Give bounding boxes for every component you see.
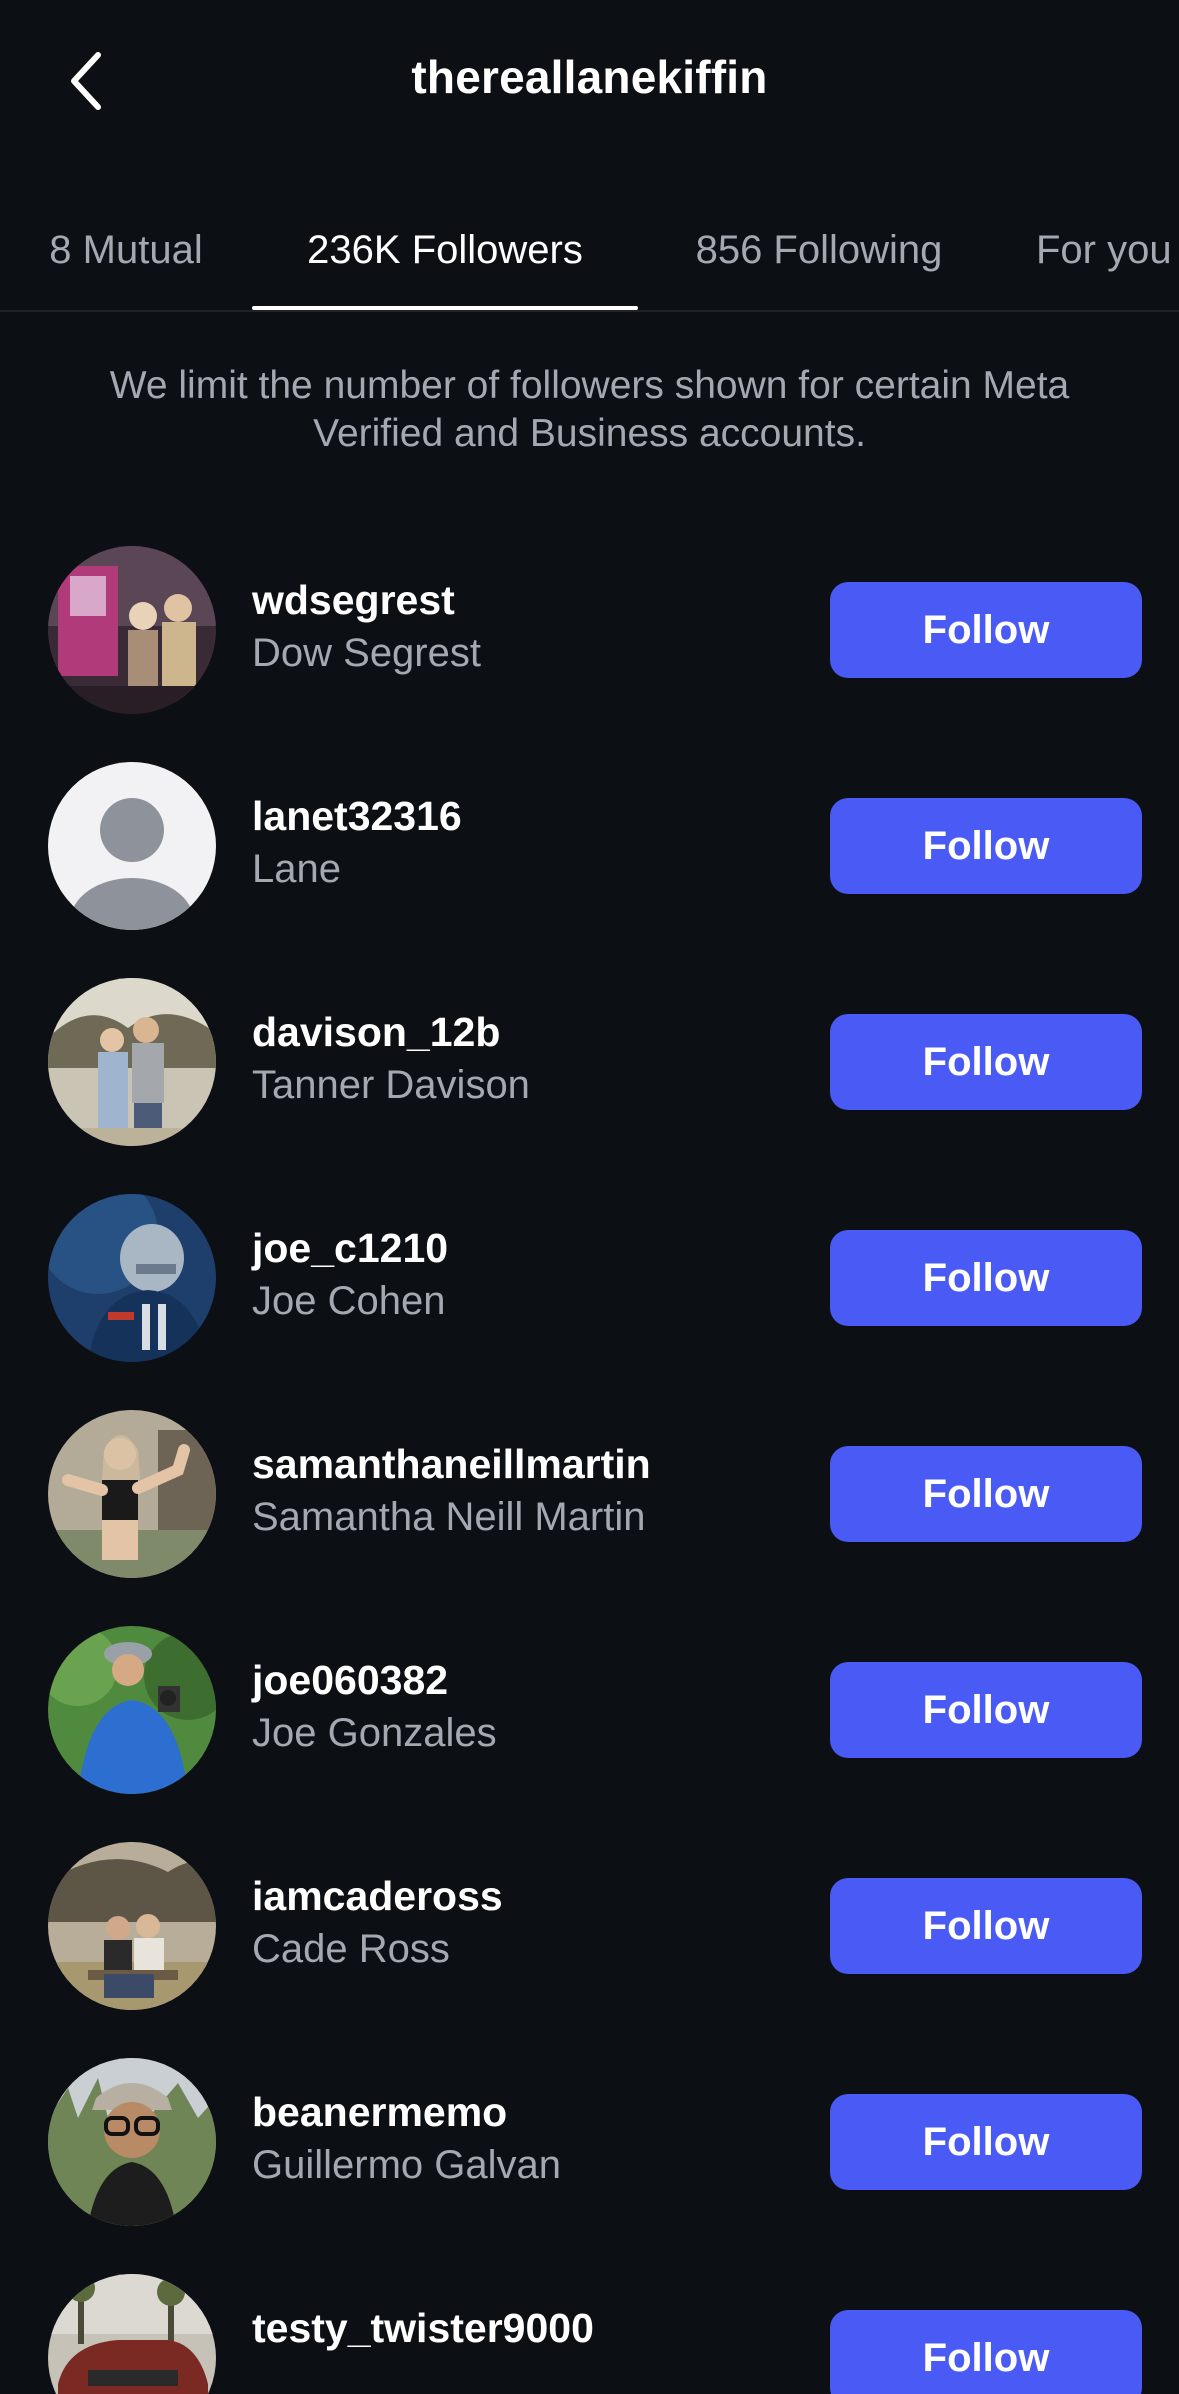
username[interactable]: lanet32316	[252, 790, 462, 842]
list-item[interactable]: joe060382 Joe Gonzales Follow	[0, 1626, 1179, 1842]
tab-followers[interactable]: 236K Followers	[252, 190, 638, 310]
user-info: joe060382 Joe Gonzales	[252, 1654, 497, 1760]
user-info: testy_twister9000	[252, 2302, 594, 2354]
full-name: Dow Segrest	[252, 631, 481, 675]
avatar[interactable]	[48, 2274, 216, 2394]
tab-mutual[interactable]: 8 Mutual	[0, 190, 252, 310]
full-name: Tanner Davison	[252, 1063, 530, 1107]
username[interactable]: samanthaneillmartin	[252, 1438, 651, 1490]
header: thereallanekiffin	[0, 0, 1179, 160]
avatar[interactable]	[48, 762, 216, 930]
full-name: Joe Gonzales	[252, 1711, 497, 1755]
page-title: thereallanekiffin	[411, 51, 768, 103]
full-name: Cade Ross	[252, 1927, 450, 1971]
follow-button[interactable]: Follow	[830, 1662, 1142, 1758]
full-name: Lane	[252, 847, 341, 891]
username[interactable]: iamcadeross	[252, 1870, 503, 1922]
tab-for-you[interactable]: For you	[1036, 190, 1179, 310]
avatar[interactable]	[48, 1842, 216, 2010]
avatar[interactable]	[48, 1194, 216, 1362]
follow-button[interactable]: Follow	[830, 2310, 1142, 2394]
avatar[interactable]	[48, 1626, 216, 1794]
user-info: beanermemo Guillermo Galvan	[252, 2086, 561, 2192]
username[interactable]: wdsegrest	[252, 574, 481, 626]
list-item[interactable]: beanermemo Guillermo Galvan Follow	[0, 2058, 1179, 2274]
list-item[interactable]: wdsegrest Dow Segrest Follow	[0, 546, 1179, 762]
avatar[interactable]	[48, 1410, 216, 1578]
follow-button[interactable]: Follow	[830, 1446, 1142, 1542]
username[interactable]: joe_c1210	[252, 1222, 448, 1274]
list-item[interactable]: davison_12b Tanner Davison Follow	[0, 978, 1179, 1194]
user-info: samanthaneillmartin Samantha Neill Marti…	[252, 1438, 651, 1544]
user-info: joe_c1210 Joe Cohen	[252, 1222, 448, 1328]
follow-button[interactable]: Follow	[830, 582, 1142, 678]
username[interactable]: beanermemo	[252, 2086, 561, 2138]
follow-button[interactable]: Follow	[830, 1014, 1142, 1110]
list-item[interactable]: samanthaneillmartin Samantha Neill Marti…	[0, 1410, 1179, 1626]
avatar[interactable]	[48, 978, 216, 1146]
follow-button[interactable]: Follow	[830, 1230, 1142, 1326]
tab-bar: 8 Mutual 236K Followers 856 Following Fo…	[0, 190, 1179, 312]
tab-following[interactable]: 856 Following	[638, 190, 1000, 310]
avatar[interactable]	[48, 2058, 216, 2226]
follow-button[interactable]: Follow	[830, 798, 1142, 894]
list-item[interactable]: iamcadeross Cade Ross Follow	[0, 1842, 1179, 2058]
list-item[interactable]: testy_twister9000 Follow	[0, 2274, 1179, 2394]
username[interactable]: testy_twister9000	[252, 2302, 594, 2354]
followers-screen: thereallanekiffin 8 Mutual 236K Follower…	[0, 0, 1179, 2394]
follow-button[interactable]: Follow	[830, 2094, 1142, 2190]
full-name: Guillermo Galvan	[252, 2143, 562, 2187]
user-info: wdsegrest Dow Segrest	[252, 574, 481, 680]
active-tab-indicator	[252, 306, 638, 310]
username[interactable]: davison_12b	[252, 1006, 530, 1058]
user-info: iamcadeross Cade Ross	[252, 1870, 503, 1976]
follower-limit-notice: We limit the number of followers shown f…	[109, 364, 1070, 455]
list-item[interactable]: lanet32316 Lane Follow	[0, 762, 1179, 978]
avatar[interactable]	[48, 546, 216, 714]
follow-button[interactable]: Follow	[830, 1878, 1142, 1974]
user-info: davison_12b Tanner Davison	[252, 1006, 530, 1112]
list-item[interactable]: joe_c1210 Joe Cohen Follow	[0, 1194, 1179, 1410]
full-name: Joe Cohen	[252, 1279, 446, 1323]
full-name: Samantha Neill Martin	[252, 1495, 646, 1539]
default-avatar-icon	[48, 762, 216, 930]
username[interactable]: joe060382	[252, 1654, 497, 1706]
user-info: lanet32316 Lane	[252, 790, 462, 896]
